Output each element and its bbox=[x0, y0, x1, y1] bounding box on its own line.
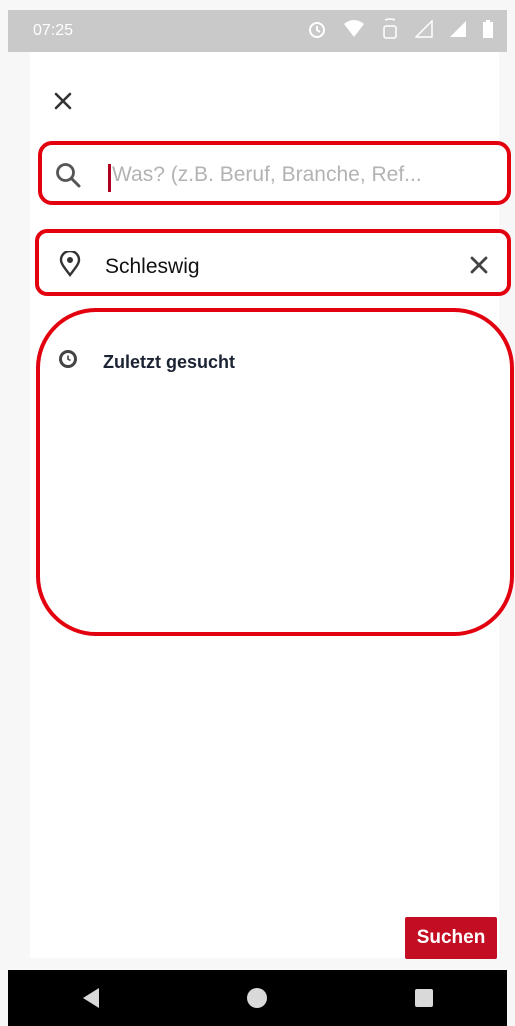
signal-empty-icon bbox=[415, 20, 433, 38]
location-field[interactable]: Schleswig bbox=[35, 229, 511, 296]
wifi-icon bbox=[343, 20, 365, 38]
search-button[interactable]: Suchen bbox=[405, 917, 497, 959]
search-field[interactable] bbox=[38, 141, 511, 205]
clear-icon[interactable] bbox=[469, 255, 489, 275]
history-icon bbox=[58, 349, 78, 369]
search-icon bbox=[55, 162, 81, 188]
recent-searches-title: Zuletzt gesucht bbox=[103, 352, 236, 372]
close-icon[interactable] bbox=[52, 90, 74, 112]
signal-icon bbox=[449, 20, 467, 38]
back-icon[interactable] bbox=[76, 983, 106, 1013]
status-time: 07:25 bbox=[33, 22, 74, 39]
location-pin-icon bbox=[59, 249, 81, 277]
home-icon[interactable] bbox=[242, 983, 272, 1013]
volte-icon bbox=[381, 18, 399, 40]
status-icons bbox=[307, 18, 493, 40]
navigation-bar bbox=[8, 970, 507, 1026]
alarm-icon bbox=[307, 19, 327, 39]
status-bar: 07:25 bbox=[8, 10, 507, 52]
recents-icon[interactable] bbox=[409, 983, 439, 1013]
screen: 07:25 Was? (z.B. Beruf, Branche, Ref... … bbox=[0, 0, 515, 1026]
search-input[interactable] bbox=[112, 157, 492, 193]
location-value[interactable]: Schleswig bbox=[105, 255, 200, 279]
text-caret bbox=[108, 164, 111, 192]
battery-icon bbox=[483, 20, 493, 38]
recent-searches-panel: Zuletzt gesucht bbox=[36, 308, 514, 636]
